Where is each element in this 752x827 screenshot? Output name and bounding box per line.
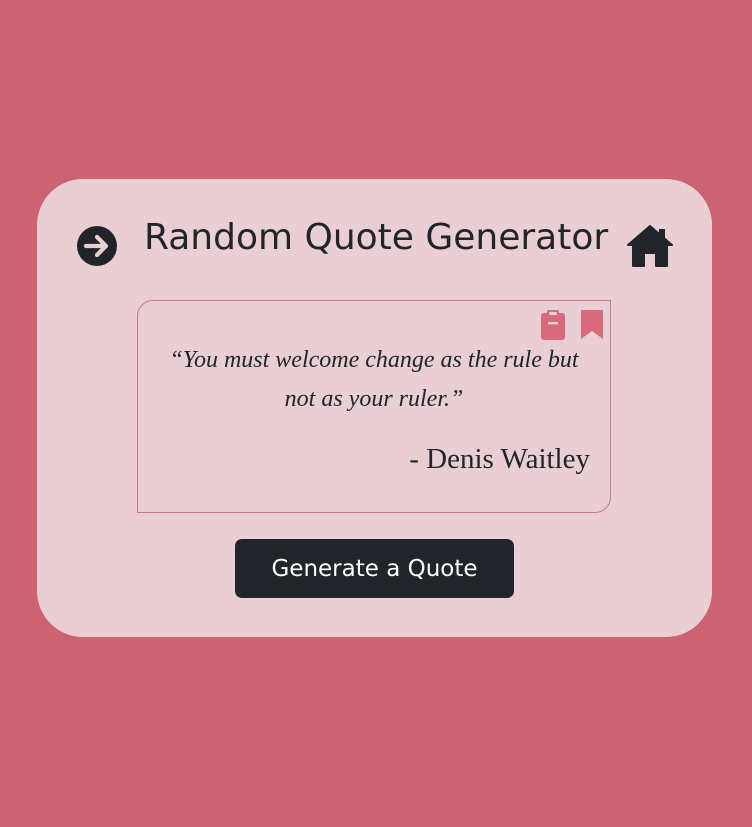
clipboard-icon[interactable] <box>540 309 566 341</box>
generate-quote-button[interactable]: Generate a Quote <box>235 539 514 598</box>
quote-author: - Denis Waitley <box>409 443 590 475</box>
header: Random Quote Generator <box>37 179 712 309</box>
quote-text: “You must welcome change as the rule but… <box>169 347 579 412</box>
page-title: Random Quote Generator <box>144 217 609 258</box>
arrow-right-circle-icon[interactable] <box>76 225 118 267</box>
quote-card: Random Quote Generator “You must welcome… <box>37 179 712 637</box>
quote-box: “You must welcome change as the rule but… <box>137 300 611 513</box>
bookmark-icon[interactable] <box>579 308 605 340</box>
home-icon[interactable] <box>626 223 674 269</box>
